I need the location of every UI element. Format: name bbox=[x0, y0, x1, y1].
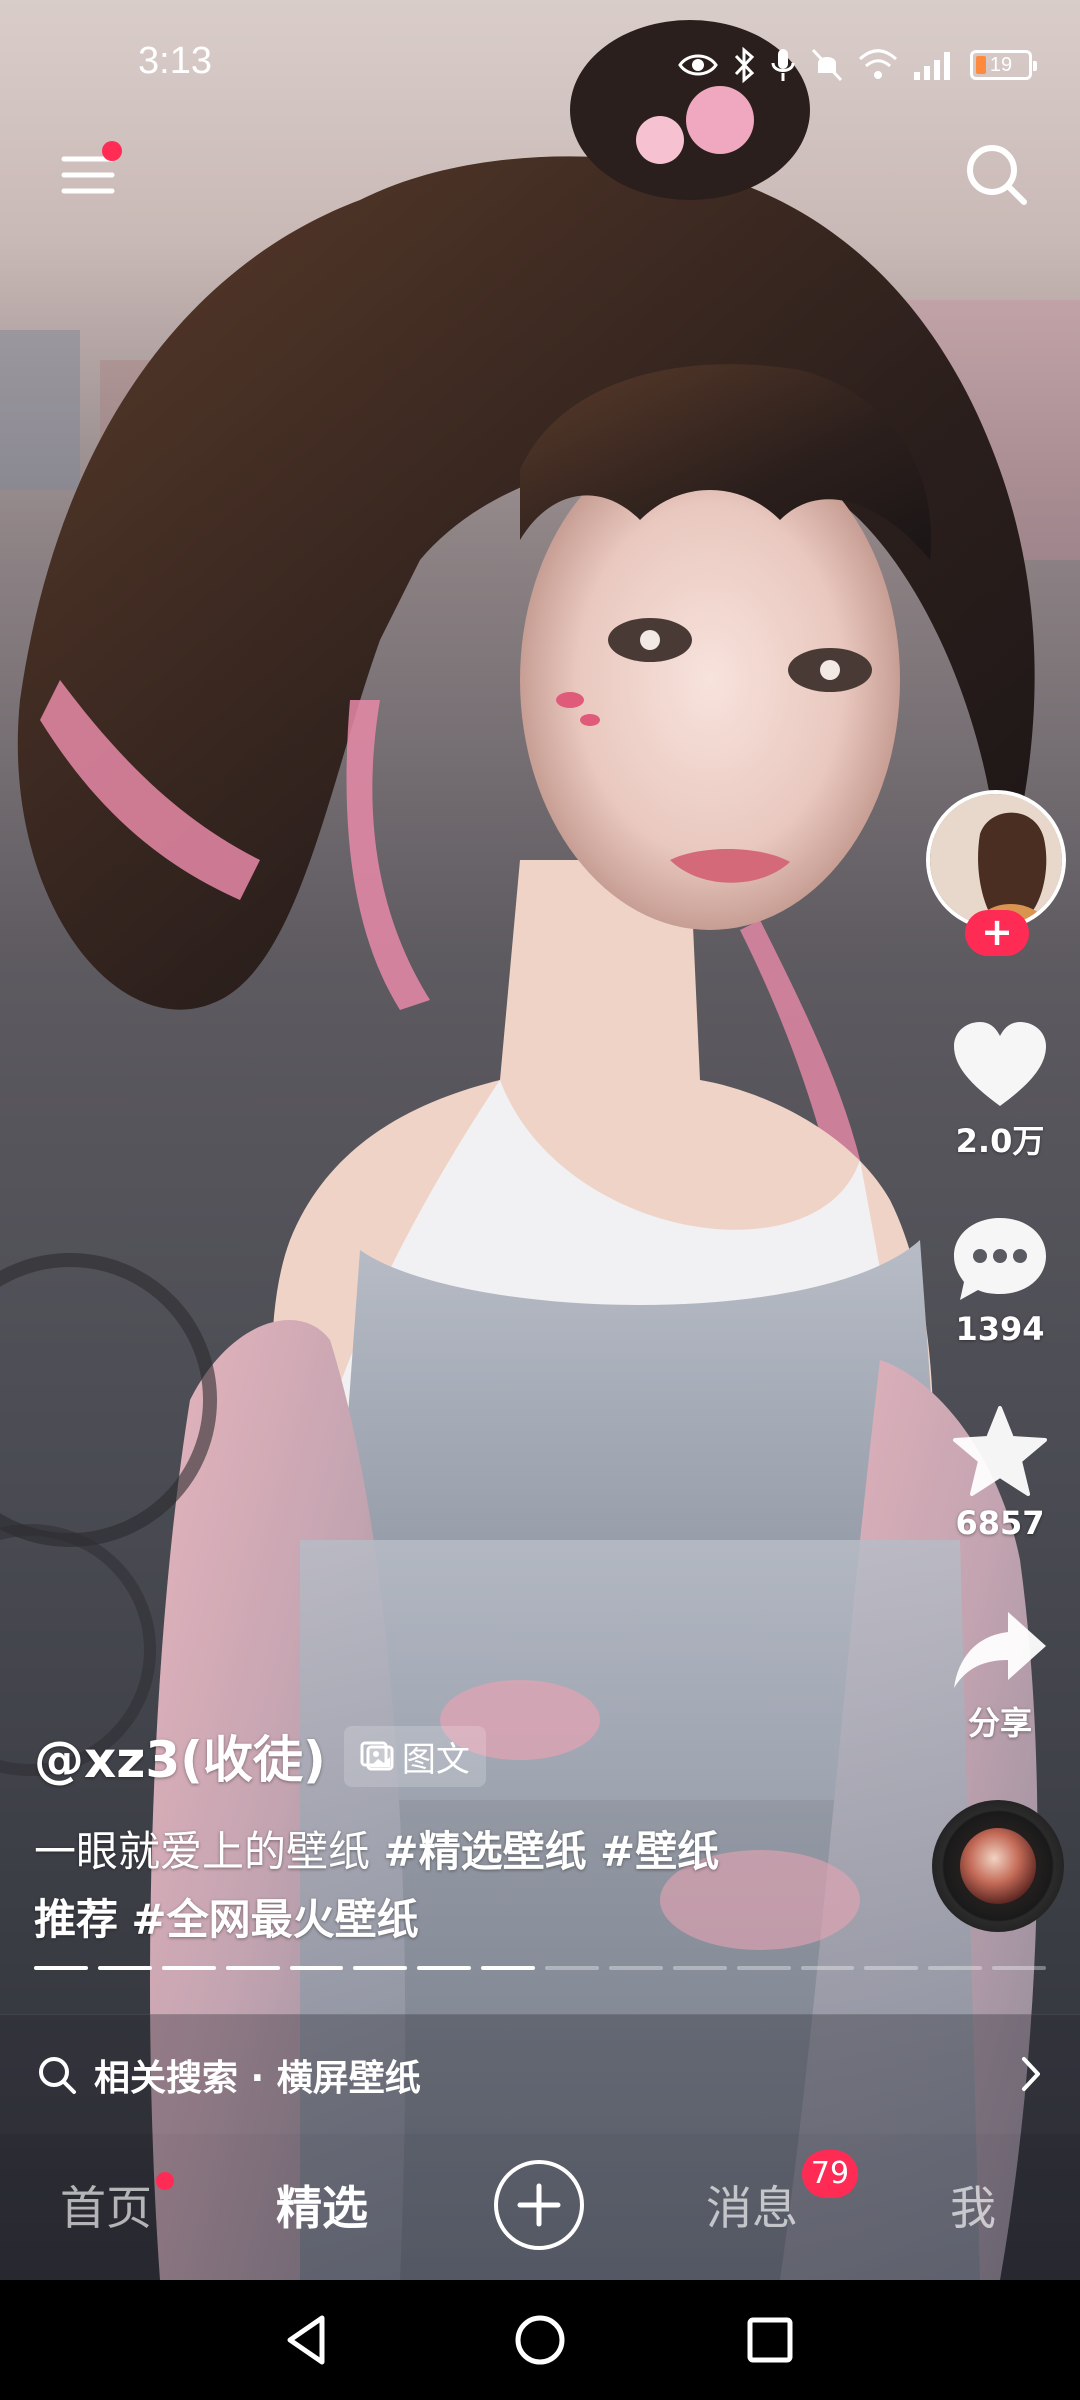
system-navigation-bar bbox=[0, 2280, 1080, 2400]
tab-me[interactable]: 我 bbox=[950, 2172, 996, 2238]
hashtag-link[interactable]: #精选壁纸 bbox=[383, 1827, 586, 1876]
messages-badge: 79 bbox=[802, 2150, 858, 2198]
mic-icon bbox=[771, 49, 795, 81]
battery-level bbox=[976, 56, 986, 74]
page-indicator-segment bbox=[481, 1966, 535, 1970]
share-button[interactable]: 分享 bbox=[920, 1608, 1080, 1744]
post-caption: @xz3(收徒) 图文 一眼就爱上的壁纸 #精选壁纸 #壁纸 推荐 #全网最火壁… bbox=[34, 1720, 914, 1954]
like-count: 2.0万 bbox=[955, 1122, 1045, 1160]
page-indicator-segment bbox=[545, 1966, 599, 1970]
plus-icon bbox=[517, 2183, 561, 2227]
author-row: @xz3(收徒) 图文 bbox=[34, 1720, 914, 1792]
page-indicator-segment bbox=[97, 1966, 152, 1970]
page-indicator-segment bbox=[417, 1966, 472, 1970]
page-indicator-segment bbox=[608, 1966, 663, 1970]
tab-featured[interactable]: 精选 bbox=[276, 2172, 368, 2238]
page-indicator-segment bbox=[992, 1966, 1046, 1970]
create-post-button[interactable] bbox=[494, 2160, 584, 2250]
page-indicator-segment bbox=[736, 1966, 791, 1970]
tab-home-label: 首页 bbox=[60, 2181, 152, 2235]
hashtag-link[interactable]: #壁纸 bbox=[600, 1827, 719, 1876]
menu-button[interactable] bbox=[58, 141, 122, 205]
status-bar: 3:13 19 bbox=[0, 0, 1080, 130]
tab-home[interactable]: 首页 bbox=[60, 2172, 174, 2238]
related-search-text: 相关搜索 · 横屏壁纸 bbox=[94, 2057, 421, 2099]
comment-icon bbox=[954, 1218, 1046, 1300]
comment-button[interactable]: 1394 bbox=[920, 1214, 1080, 1348]
favorite-count: 6857 bbox=[955, 1504, 1045, 1542]
page-indicator-segment bbox=[928, 1966, 983, 1970]
home-circle-icon bbox=[515, 2315, 565, 2365]
share-icon bbox=[954, 1612, 1046, 1688]
page-indicator-segment bbox=[34, 1966, 88, 1970]
tab-me-label: 我 bbox=[950, 2181, 996, 2235]
music-cover bbox=[960, 1828, 1036, 1904]
image-page-indicator bbox=[34, 1966, 1046, 1972]
eye-icon bbox=[678, 54, 718, 76]
battery-text: 19 bbox=[989, 53, 1013, 76]
search-button[interactable] bbox=[962, 140, 1032, 210]
post-type-tag: 图文 bbox=[343, 1725, 486, 1787]
share-label: 分享 bbox=[967, 1704, 1032, 1742]
recents-button[interactable] bbox=[740, 2310, 800, 2370]
mute-icon bbox=[811, 48, 843, 82]
comment-count: 1394 bbox=[955, 1310, 1045, 1348]
page-indicator-segment bbox=[353, 1966, 408, 1970]
tab-home-dot bbox=[156, 2172, 174, 2190]
home-button[interactable] bbox=[510, 2310, 570, 2370]
post-description: 一眼就爱上的壁纸 #精选壁纸 #壁纸 推荐 #全网最火壁纸 bbox=[34, 1818, 914, 1954]
page-indicator-segment bbox=[225, 1966, 280, 1970]
notification-dot bbox=[102, 141, 122, 161]
video-feed-screen: 3:13 19 + 2.0万 1394 6857 分享 @xz3(收徒) 图文 … bbox=[0, 0, 1080, 2400]
image-icon bbox=[360, 1741, 394, 1771]
favorite-button[interactable]: 6857 bbox=[920, 1404, 1080, 1542]
page-indicator-segment bbox=[161, 1966, 216, 1970]
bluetooth-icon bbox=[734, 47, 755, 83]
page-indicator-segment bbox=[289, 1966, 344, 1970]
page-indicator-segment bbox=[864, 1966, 919, 1970]
description-text: 一眼就爱上的壁纸 bbox=[34, 1827, 371, 1876]
hashtag-link[interactable]: 推荐 bbox=[34, 1895, 118, 1944]
star-icon bbox=[953, 1406, 1047, 1496]
post-type-label: 图文 bbox=[401, 1739, 470, 1780]
related-search-bar[interactable]: 相关搜索 · 横屏壁纸 bbox=[0, 2014, 1080, 2134]
signal-icon bbox=[914, 52, 950, 80]
music-disc[interactable] bbox=[932, 1800, 1064, 1932]
follow-button[interactable]: + bbox=[965, 910, 1029, 956]
recents-icon bbox=[747, 2317, 793, 2363]
page-indicator-segment bbox=[672, 1966, 727, 1970]
back-button[interactable] bbox=[278, 2310, 338, 2370]
author-name[interactable]: @xz3(收徒) bbox=[34, 1720, 326, 1792]
tab-featured-label: 精选 bbox=[276, 2181, 368, 2235]
search-icon bbox=[967, 145, 1027, 205]
status-icons: 19 bbox=[678, 40, 1037, 90]
tab-messages-label: 消息 bbox=[706, 2181, 798, 2235]
hashtag-link[interactable]: #全网最火壁纸 bbox=[131, 1895, 418, 1944]
status-time: 3:13 bbox=[138, 40, 212, 82]
wifi-icon bbox=[858, 49, 898, 79]
like-button[interactable]: 2.0万 bbox=[920, 1020, 1080, 1162]
search-icon bbox=[39, 2056, 76, 2094]
tab-messages[interactable]: 消息 79 bbox=[706, 2150, 858, 2238]
chevron-right-icon bbox=[1022, 2057, 1040, 2091]
battery-icon: 19 bbox=[970, 50, 1037, 80]
author-avatar[interactable] bbox=[926, 790, 1066, 930]
page-indicator-segment bbox=[800, 1966, 855, 1970]
back-icon bbox=[287, 2315, 325, 2365]
bottom-tab-bar: 首页 精选 消息 79 我 bbox=[0, 2134, 1080, 2280]
heart-icon bbox=[954, 1022, 1046, 1106]
